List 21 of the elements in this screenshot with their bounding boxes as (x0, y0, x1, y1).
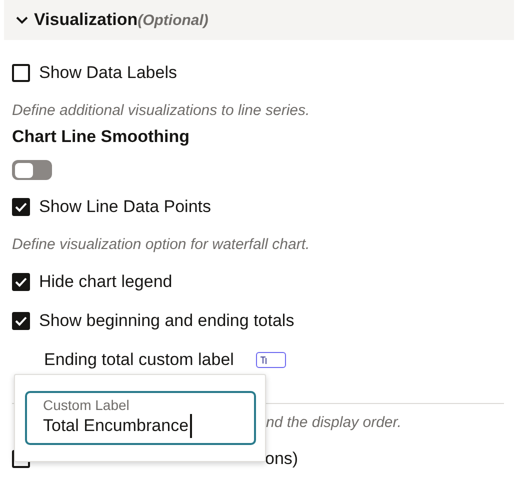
section-title: Visualization(Optional) (34, 9, 208, 32)
toggle-switch[interactable] (12, 160, 52, 180)
checkbox-label: Show Data Labels (39, 62, 177, 84)
checkbox[interactable] (12, 273, 30, 291)
checkbox-label: Hide chart legend (39, 271, 172, 294)
help-text: Define additional visualizations to line series. (12, 100, 310, 121)
field-heading: Chart Line Smoothing (12, 126, 190, 148)
checkbox[interactable] (12, 64, 30, 82)
checkbox-label: ons) (265, 448, 298, 470)
checkbox-label: Show Line Data Points (39, 196, 211, 218)
help-text: Define visualization option for waterfall chart. (12, 234, 310, 255)
input-field[interactable]: Custom Label Total Encumbrance (25, 391, 256, 445)
checkbox[interactable] (12, 312, 30, 330)
checkbox[interactable] (12, 198, 30, 216)
edit-button[interactable] (256, 352, 286, 368)
field-label: Ending total custom label (44, 349, 234, 372)
checkbox-label: Show beginning and ending totals (39, 310, 294, 332)
help-text: nd the display order. (266, 412, 402, 433)
section-header[interactable]: Visualization(Optional) (4, 0, 514, 40)
text-cursor-icon (260, 356, 267, 364)
chevron-down-icon (16, 16, 28, 24)
